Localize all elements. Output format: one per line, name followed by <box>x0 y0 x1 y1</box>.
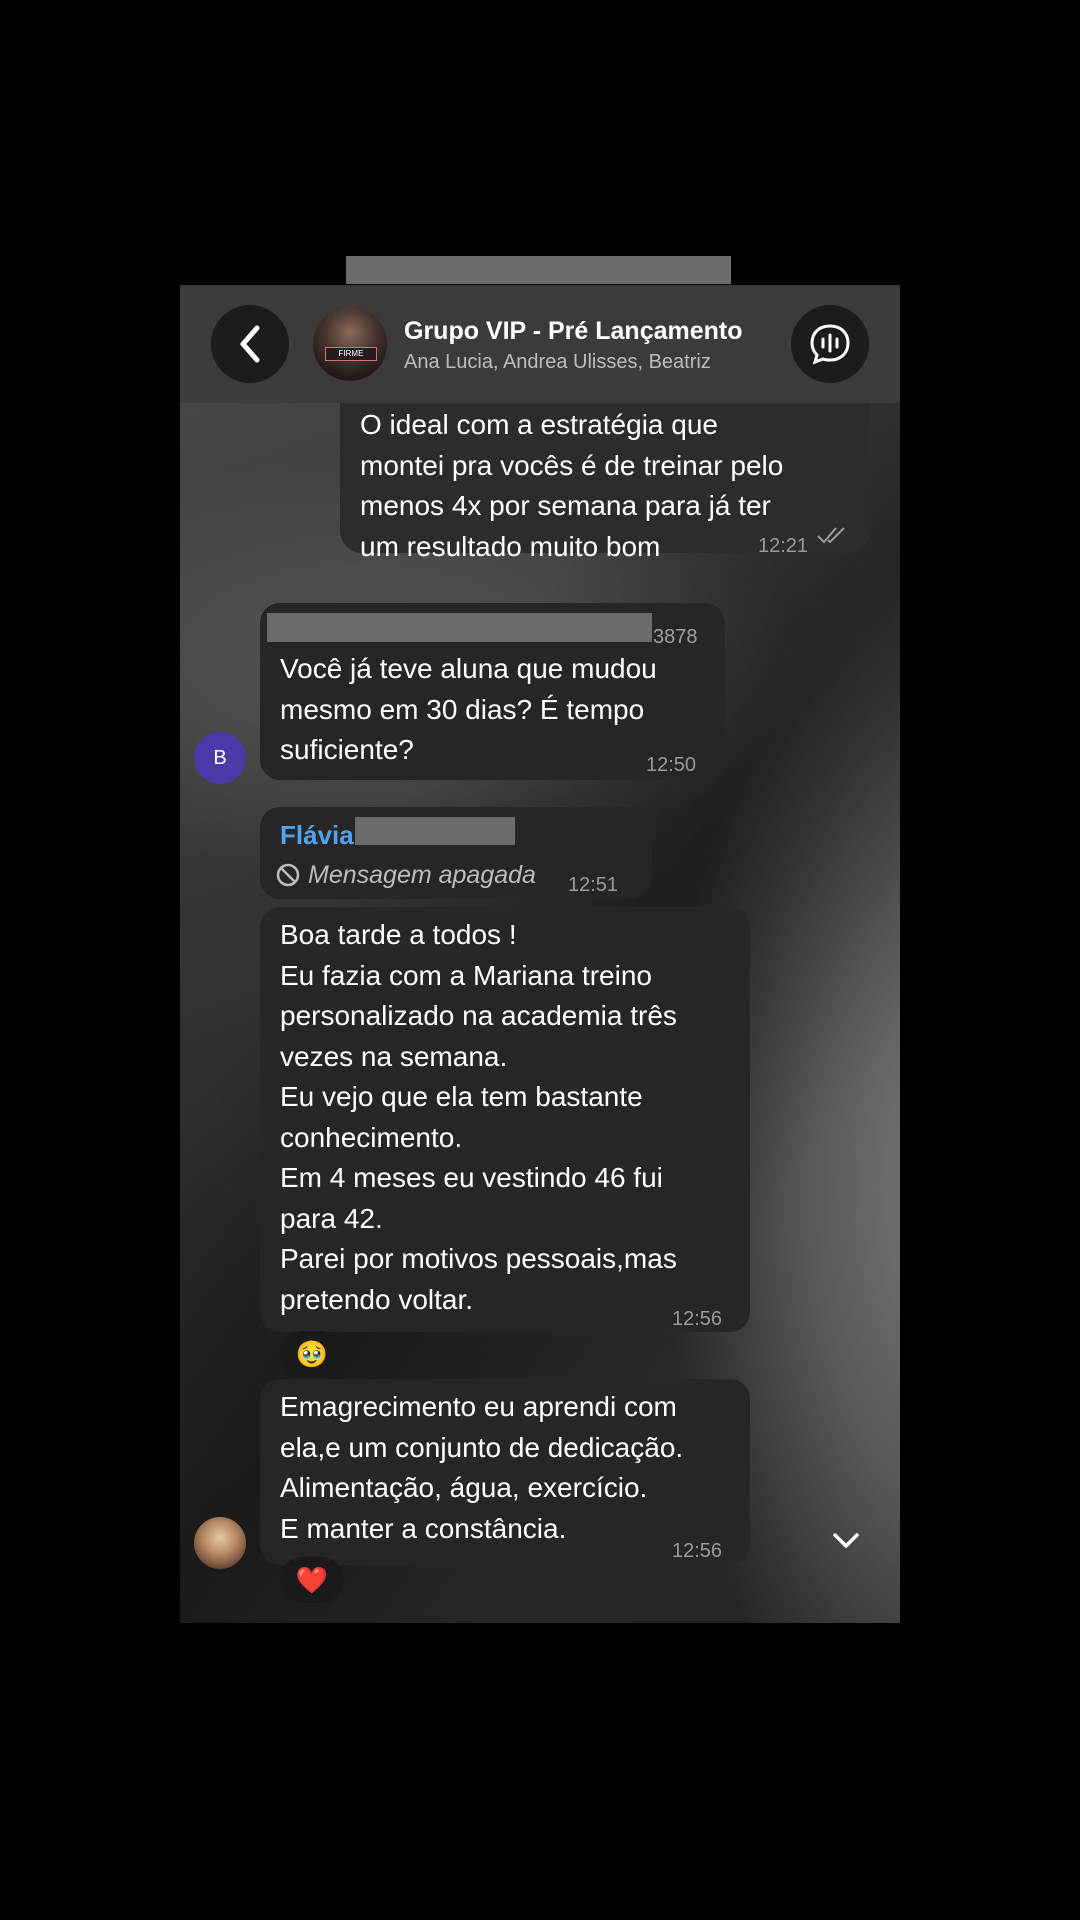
chat-header: FIRME Grupo VIP - Pré Lançamento Ana Luc… <box>180 285 900 403</box>
prohibited-icon <box>276 864 300 887</box>
message-time: 12:56 <box>672 1540 723 1562</box>
message-time: 12:21 <box>758 535 809 557</box>
message-bubble-incoming[interactable]: Emagrecimento eu aprendi com ela,e um co… <box>260 1379 750 1565</box>
reaction-badge[interactable]: ❤️ <box>280 1557 344 1603</box>
message-time: 12:50 <box>646 754 697 776</box>
reaction-badge[interactable]: 🥹 <box>280 1331 344 1377</box>
scroll-down-button[interactable] <box>820 1515 872 1567</box>
chat-title[interactable]: Grupo VIP - Pré Lançamento <box>404 317 784 346</box>
redacted-bar <box>346 256 731 284</box>
chat-screen: FIRME Grupo VIP - Pré Lançamento Ana Luc… <box>180 285 900 1623</box>
double-check-icon <box>817 527 845 544</box>
chat-members[interactable]: Ana Lucia, Andrea Ulisses, Beatriz <box>404 351 784 374</box>
avatar-label: FIRME <box>325 347 377 361</box>
chevron-down-icon <box>833 1533 859 1548</box>
voice-chat-icon <box>810 324 850 365</box>
message-bubble-outgoing[interactable]: O ideal com a estratégia que montei pra … <box>340 393 870 562</box>
message-bubble-incoming[interactable]: 3878 Você já teve aluna que mudou mesmo … <box>260 603 725 780</box>
back-button[interactable] <box>211 305 289 383</box>
redacted-sender-name <box>355 817 515 845</box>
message-time: 12:56 <box>672 1308 723 1330</box>
message-text: Boa tarde a todos ! Eu fazia com a Maria… <box>280 919 677 1315</box>
sender-name[interactable]: Flávia <box>280 815 354 856</box>
message-bubble-deleted[interactable]: Flávia Mensagem apagada 12:51 <box>260 807 652 899</box>
group-avatar[interactable]: FIRME <box>313 307 387 381</box>
message-bubble-incoming[interactable]: Boa tarde a todos ! Eu fazia com a Maria… <box>260 907 750 1332</box>
message-time: 12:51 <box>568 874 619 896</box>
avatar[interactable] <box>194 1517 246 1569</box>
redacted-sender-name <box>267 613 652 642</box>
message-text: Emagrecimento eu aprendi com ela,e um co… <box>280 1391 684 1544</box>
voice-chat-button[interactable] <box>791 305 869 383</box>
avatar[interactable]: B <box>194 732 246 784</box>
deleted-message-text: Mensagem apagada <box>308 861 536 889</box>
chevron-left-icon <box>240 325 260 363</box>
deleted-message: Mensagem apagada <box>276 855 536 896</box>
